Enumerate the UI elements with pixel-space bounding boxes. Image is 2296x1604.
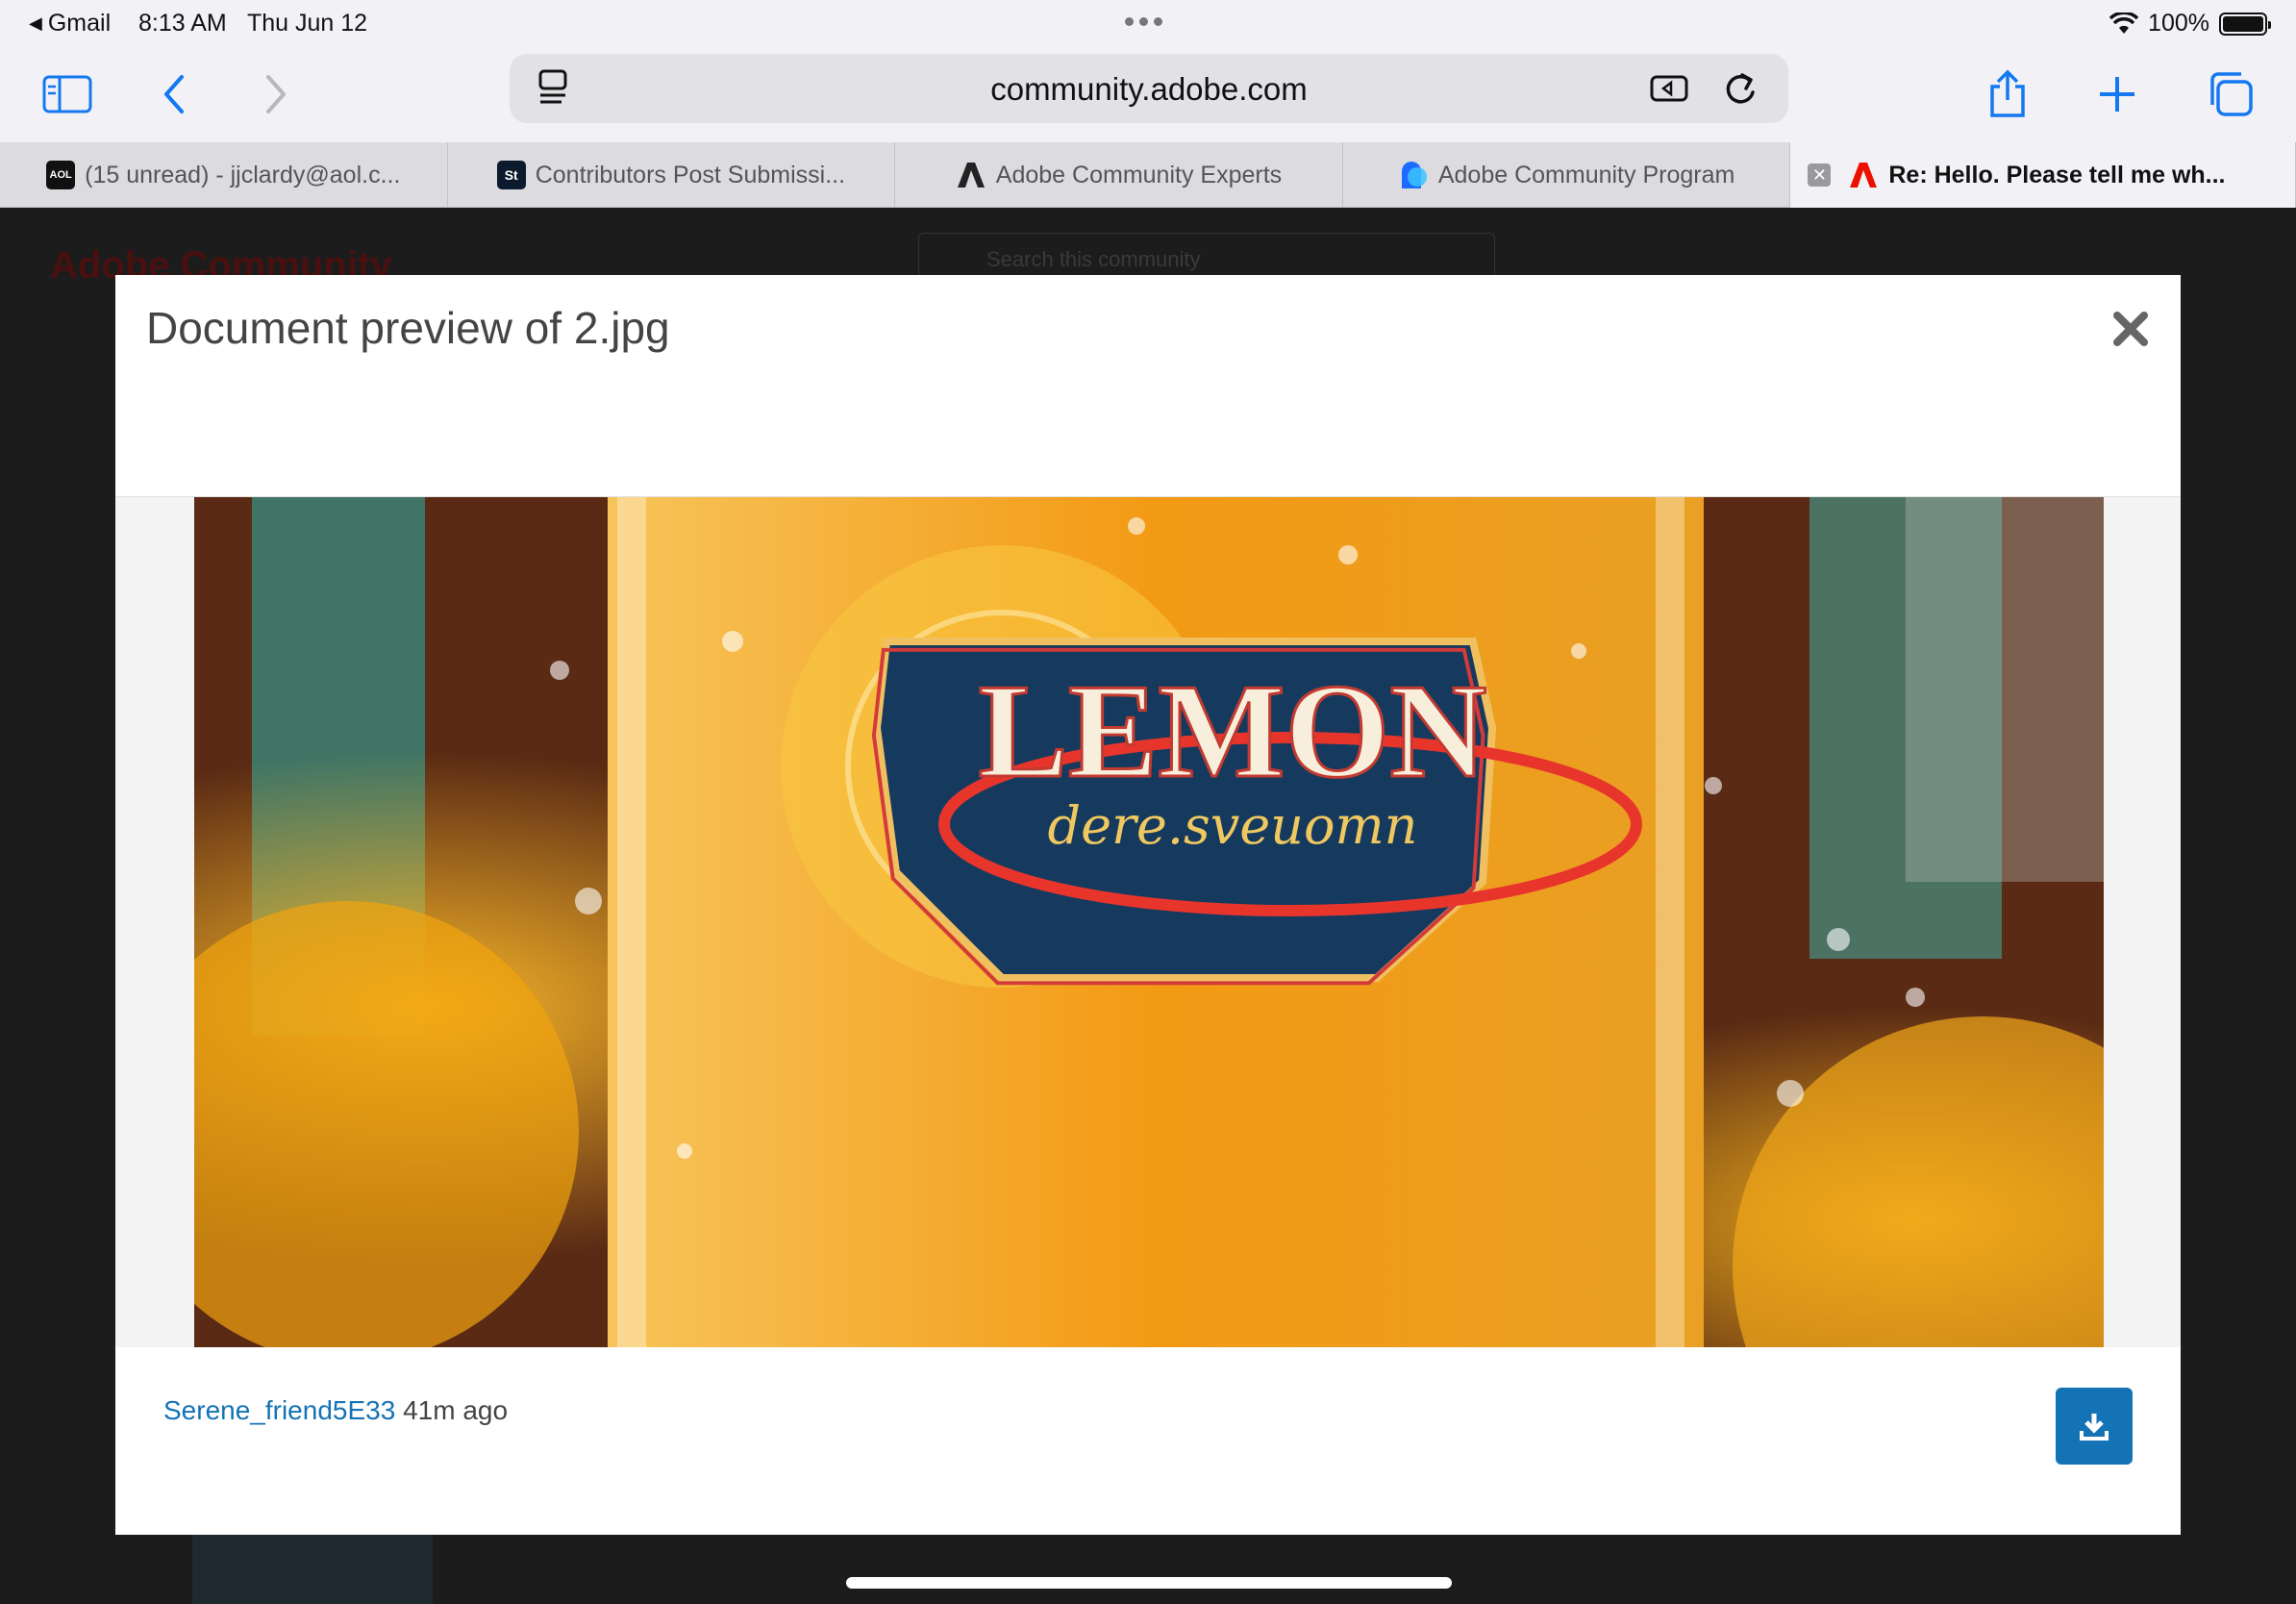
wifi-icon: [2109, 12, 2139, 34]
share-icon[interactable]: [1979, 65, 2036, 123]
close-tab-icon[interactable]: ✕: [1808, 163, 1832, 187]
tab-adobe-program[interactable]: Adobe Community Program: [1343, 142, 1791, 208]
back-app-label: Gmail: [47, 10, 112, 37]
tab-label: Adobe Community Program: [1437, 161, 1735, 188]
tab-aol[interactable]: AOL (15 unread) - jjclardy@aol.c...: [0, 142, 448, 208]
background-thumbnail: [192, 1535, 433, 1604]
browser-toolbar: community.adobe.com: [0, 46, 2296, 142]
address-bar[interactable]: community.adobe.com: [510, 54, 1788, 123]
tab-active-reply[interactable]: ✕ Re: Hello. Please tell me wh...: [1790, 142, 2296, 208]
status-right: 100%: [2109, 10, 2271, 38]
close-icon[interactable]: [2109, 308, 2152, 350]
aol-favicon-icon: AOL: [46, 161, 76, 189]
multitasking-dots-icon[interactable]: [1125, 17, 1162, 26]
battery-icon: [2219, 12, 2271, 36]
modal-footer: Serene_friend5E33 41m ago: [115, 1347, 2181, 1535]
back-chevron-icon[interactable]: [146, 65, 204, 123]
lemon-drink-illustration: LEMON dere.sveuomn: [194, 497, 2104, 1347]
back-triangle-icon: ◀: [29, 13, 42, 33]
clock: 8:13 AM: [138, 10, 227, 37]
script-label-text: dere.sveuomn: [1048, 795, 1418, 856]
adobe-icon: [957, 163, 985, 188]
author-link[interactable]: Serene_friend5E33: [163, 1395, 395, 1425]
battery-percent: 100%: [2148, 10, 2209, 37]
tab-contributors[interactable]: St Contributors Post Submissi...: [448, 142, 896, 208]
tab-label: Contributors Post Submissi...: [535, 161, 846, 188]
home-indicator[interactable]: [846, 1577, 1452, 1589]
date: Thu Jun 12: [247, 10, 368, 37]
back-to-app-button[interactable]: ◀ Gmail: [29, 10, 111, 38]
tab-label: (15 unread) - jjclardy@aol.c...: [85, 161, 401, 188]
forward-chevron-icon[interactable]: [246, 65, 304, 123]
preview-area: LEMON dere.sveuomn: [115, 497, 2181, 1347]
post-time: 41m ago: [403, 1395, 509, 1425]
tab-adobe-experts[interactable]: Adobe Community Experts: [895, 142, 1343, 208]
tab-bar: AOL (15 unread) - jjclardy@aol.c... St C…: [0, 142, 2296, 208]
tab-overview-icon[interactable]: [2202, 65, 2259, 123]
tab-label: Re: Hello. Please tell me wh...: [1888, 161, 2226, 188]
download-button[interactable]: [2056, 1388, 2133, 1465]
modal-title: Document preview of 2.jpg: [146, 303, 670, 353]
download-icon: [2080, 1414, 2109, 1441]
reload-icon[interactable]: [1721, 67, 1759, 110]
new-tab-plus-icon[interactable]: [2088, 65, 2146, 123]
stock-favicon-icon: St: [496, 161, 526, 189]
extensions-icon[interactable]: [1648, 67, 1692, 110]
status-bar: ◀ Gmail 8:13 AM Thu Jun 12 100%: [0, 0, 2296, 46]
author-line: Serene_friend5E33 41m ago: [163, 1395, 508, 1426]
url-text: community.adobe.com: [990, 71, 1308, 107]
community-icon: [1401, 162, 1427, 188]
lemon-label-text: LEMON: [979, 657, 1487, 806]
preview-image: LEMON dere.sveuomn: [194, 497, 2104, 1347]
adobe-red-icon: [1850, 163, 1878, 188]
tab-label: Adobe Community Experts: [995, 161, 1283, 188]
document-preview-modal: Document preview of 2.jpg LEMON dere.sve…: [115, 275, 2181, 1535]
sidebar-toggle-icon[interactable]: [38, 65, 96, 123]
